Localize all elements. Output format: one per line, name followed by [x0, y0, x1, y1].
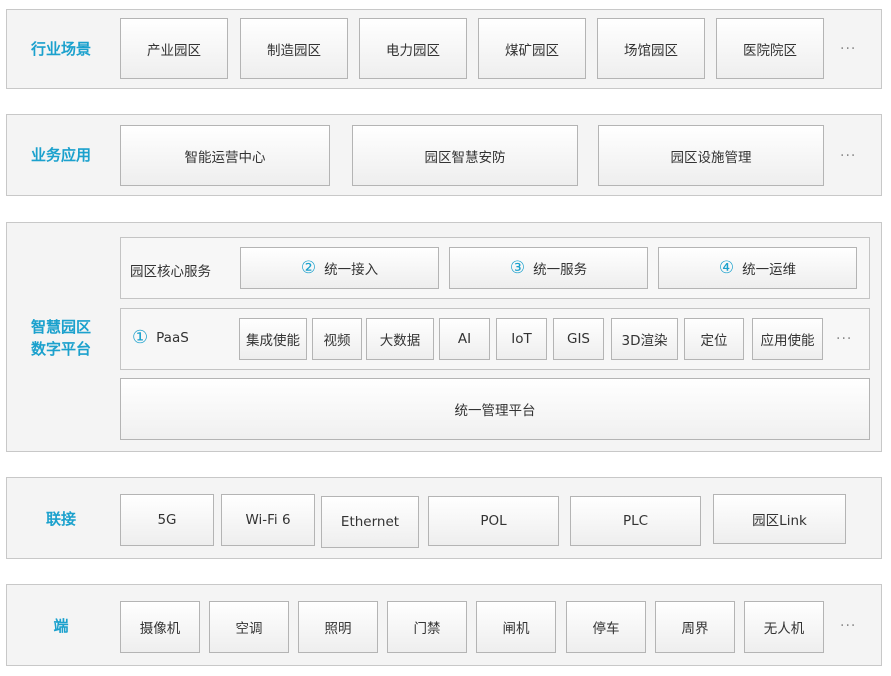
- layer-label-scenarios: 行业场景: [30, 40, 91, 58]
- layer-scenarios: 行业场景 产业园区 制造园区 电力园区 煤矿园区 场馆园区 医院院区 ···: [6, 9, 882, 89]
- connectivity-item: POL: [428, 496, 559, 546]
- more-dots: ···: [836, 331, 853, 347]
- more-dots: ···: [840, 148, 857, 164]
- paas-item: 大数据: [366, 318, 434, 360]
- layer-platform: 智慧园区 数字平台 园区核心服务 ② 统一接入 ③ 统一服务 ④ 统一运维 ① …: [6, 222, 882, 452]
- device-item: 照明: [298, 601, 378, 653]
- connectivity-item: Ethernet: [321, 496, 419, 548]
- core-service-access: ② 统一接入: [240, 247, 439, 289]
- paas-item: 集成使能: [239, 318, 307, 360]
- paas-label-group: ① PaaS: [132, 329, 189, 347]
- device-item: 无人机: [744, 601, 824, 653]
- core-services-label: 园区核心服务: [130, 264, 211, 280]
- core-service-label: 统一服务: [533, 262, 588, 278]
- connectivity-item: 园区Link: [713, 494, 846, 544]
- number-3-icon: ③: [509, 257, 526, 278]
- application-item: 智能运营中心: [120, 125, 330, 186]
- device-item: 闸机: [476, 601, 556, 653]
- layer-label-platform: 智慧园区 数字平台: [7, 316, 115, 360]
- scenario-item: 电力园区: [359, 18, 467, 79]
- connectivity-item: 5G: [120, 494, 214, 546]
- more-dots: ···: [840, 618, 857, 634]
- paas-item: 应用使能: [752, 318, 823, 360]
- application-item: 园区设施管理: [598, 125, 824, 186]
- layer-connectivity: 联接 5G Wi-Fi 6 Ethernet POL PLC 园区Link: [6, 477, 882, 559]
- number-1-icon: ①: [132, 327, 149, 348]
- more-dots: ···: [840, 41, 857, 57]
- number-4-icon: ④: [718, 257, 735, 278]
- layer-label-applications: 业务应用: [30, 146, 91, 164]
- core-service-service: ③ 统一服务: [449, 247, 648, 289]
- layer-devices: 端 摄像机 空调 照明 门禁 闸机 停车 周界 无人机 ···: [6, 584, 882, 666]
- paas-panel: ① PaaS 集成使能 视频 大数据 AI IoT GIS 3D渲染 定位 应用…: [120, 308, 870, 370]
- scenario-item: 煤矿园区: [478, 18, 586, 79]
- layer-label-devices: 端: [53, 617, 69, 635]
- device-item: 摄像机: [120, 601, 200, 653]
- scenario-item: 医院院区: [716, 18, 824, 79]
- platform-label-line2: 数字平台: [30, 340, 91, 358]
- number-2-icon: ②: [300, 257, 317, 278]
- connectivity-item: Wi-Fi 6: [221, 494, 315, 546]
- core-service-label: 统一接入: [324, 262, 379, 278]
- management-platform: 统一管理平台: [120, 378, 870, 440]
- paas-label: PaaS: [156, 330, 189, 346]
- layer-applications: 业务应用 智能运营中心 园区智慧安防 园区设施管理 ···: [6, 114, 882, 196]
- device-item: 门禁: [387, 601, 467, 653]
- paas-item: 定位: [684, 318, 744, 360]
- paas-item: GIS: [553, 318, 604, 360]
- device-item: 周界: [655, 601, 735, 653]
- connectivity-item: PLC: [570, 496, 701, 546]
- scenario-item: 产业园区: [120, 18, 228, 79]
- core-service-ops: ④ 统一运维: [658, 247, 857, 289]
- core-service-label: 统一运维: [742, 262, 797, 278]
- paas-item: AI: [439, 318, 490, 360]
- platform-label-line1: 智慧园区: [30, 318, 91, 336]
- paas-item: 视频: [312, 318, 362, 360]
- paas-item: 3D渲染: [611, 318, 678, 360]
- paas-item: IoT: [496, 318, 547, 360]
- device-item: 停车: [566, 601, 646, 653]
- application-item: 园区智慧安防: [352, 125, 578, 186]
- scenario-item: 场馆园区: [597, 18, 705, 79]
- layer-label-connectivity: 联接: [45, 510, 76, 528]
- core-services-panel: 园区核心服务 ② 统一接入 ③ 统一服务 ④ 统一运维: [120, 237, 870, 299]
- scenario-item: 制造园区: [240, 18, 348, 79]
- device-item: 空调: [209, 601, 289, 653]
